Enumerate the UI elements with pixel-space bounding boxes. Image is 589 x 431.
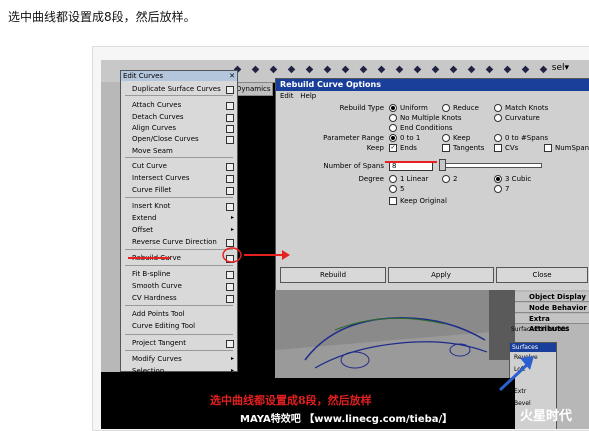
annotation-overlay xyxy=(128,161,534,392)
option-box-highlight xyxy=(222,247,242,263)
red-caption: 选中曲线都设置成8段，然后放样 xyxy=(210,394,372,407)
blue-arrow-line xyxy=(498,360,532,392)
white-caption: MAYA特效吧 【www.linecg.com/tieba/】 xyxy=(240,414,453,425)
watermark-logo: 火星时代 xyxy=(520,409,573,424)
red-arrow-head xyxy=(282,250,290,260)
